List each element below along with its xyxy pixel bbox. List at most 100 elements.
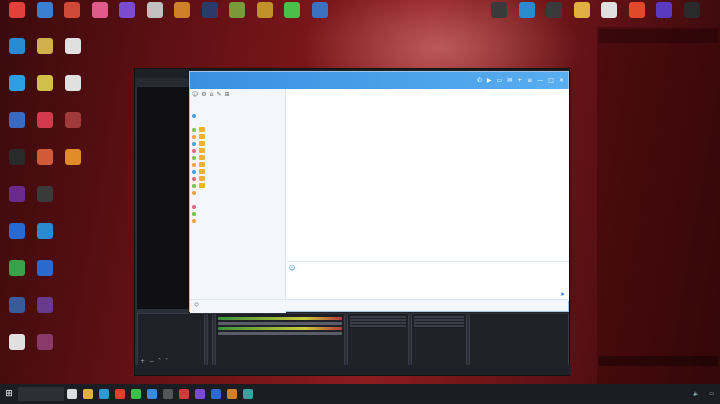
chrome-icon[interactable]	[112, 384, 128, 404]
comment-input[interactable]	[599, 356, 718, 366]
send-icon[interactable]: ➤	[560, 291, 565, 298]
desktop-icon[interactable]	[30, 38, 60, 65]
desktop-icon[interactable]	[2, 260, 32, 287]
obs-icon[interactable]	[160, 384, 176, 404]
close-icon[interactable]: ✕	[559, 77, 564, 84]
remove-icon[interactable]: −	[149, 358, 154, 365]
member-row[interactable]	[192, 134, 283, 141]
transition-button[interactable]	[350, 319, 406, 321]
game-icon[interactable]	[192, 384, 208, 404]
chat-window[interactable]: ✆ ▶ ▭ ✉ + ≡ — □ ✕ ☺ ⚙ ⌂ ✎ ⊞ ☺ ➤ ☺	[189, 71, 569, 313]
desktop-icon[interactable]	[649, 2, 679, 29]
desktop-icon[interactable]	[2, 186, 32, 213]
member-row[interactable]	[192, 127, 283, 134]
desktop-icon[interactable]	[57, 2, 87, 29]
desktop-icon[interactable]	[58, 75, 88, 102]
member-row[interactable]	[192, 155, 283, 162]
desktop-icon[interactable]	[167, 2, 197, 29]
transition-button[interactable]	[350, 325, 406, 327]
member-tool-icon[interactable]: ⚙	[201, 91, 206, 99]
desktop-icon[interactable]	[539, 2, 569, 29]
desktop-icon[interactable]	[30, 149, 60, 176]
desktop-icon[interactable]	[2, 75, 32, 102]
desktop-icon[interactable]	[2, 223, 32, 250]
more-icon[interactable]: ≡	[527, 77, 532, 84]
windows-logo-icon[interactable]: ⊞	[0, 384, 18, 404]
desktop-icon[interactable]	[512, 2, 542, 29]
up-icon[interactable]: ˄	[158, 358, 161, 365]
transition-button[interactable]	[350, 316, 406, 318]
desktop-icon[interactable]	[30, 75, 60, 102]
desktop-icon[interactable]	[30, 334, 60, 361]
chat-title-bar[interactable]: ✆ ▶ ▭ ✉ + ≡ — □ ✕	[190, 72, 568, 89]
control-button[interactable]	[414, 319, 464, 321]
desktop-icon[interactable]	[58, 38, 88, 65]
down-icon[interactable]: ˅	[165, 358, 168, 365]
notification-icon[interactable]: ▭	[709, 391, 714, 397]
desktop-icon[interactable]	[2, 297, 32, 324]
desktop-icon[interactable]	[195, 2, 225, 29]
desktop-icon[interactable]	[594, 2, 624, 29]
desktop-icon[interactable]	[58, 112, 88, 139]
member-tool-icon[interactable]: ⊞	[225, 91, 230, 99]
desktop-icon[interactable]	[30, 186, 60, 213]
taskbar-search[interactable]	[18, 387, 64, 401]
wechat-icon[interactable]	[128, 384, 144, 404]
member-tool-icon[interactable]: ✎	[216, 91, 221, 99]
member-tool-icon[interactable]: ☺	[192, 91, 198, 99]
volume-icon[interactable]: 🔈	[693, 391, 699, 397]
desktop-icon[interactable]	[567, 2, 597, 29]
user-avatar[interactable]: ☺	[194, 303, 199, 308]
control-button[interactable]	[414, 325, 464, 327]
desktop-icon[interactable]	[277, 2, 307, 29]
edge-icon[interactable]	[96, 384, 112, 404]
desktop-icon[interactable]	[30, 297, 60, 324]
desktop-icon[interactable]	[2, 38, 32, 65]
qq-icon[interactable]	[144, 384, 160, 404]
desktop-icon[interactable]	[305, 2, 335, 29]
app-icon[interactable]	[208, 384, 224, 404]
app-icon-2[interactable]	[224, 384, 240, 404]
desktop-icon[interactable]	[30, 260, 60, 287]
maximize-icon[interactable]: □	[548, 77, 554, 84]
member-row[interactable]	[192, 169, 283, 176]
member-row[interactable]	[192, 197, 283, 204]
member-row[interactable]	[192, 148, 283, 155]
desktop-icon[interactable]	[250, 2, 280, 29]
member-row[interactable]	[192, 113, 283, 120]
desktop-icon[interactable]	[85, 2, 115, 29]
transition-button[interactable]	[350, 322, 406, 324]
desktop-icon[interactable]	[30, 223, 60, 250]
member-row[interactable]	[192, 162, 283, 169]
desktop-icon[interactable]	[2, 112, 32, 139]
music-icon[interactable]	[176, 384, 192, 404]
add-icon[interactable]: +	[140, 358, 145, 365]
desktop-icon[interactable]	[2, 2, 32, 29]
member-row[interactable]	[192, 183, 283, 190]
control-button[interactable]	[414, 322, 464, 324]
desktop-icon[interactable]	[58, 149, 88, 176]
message-input[interactable]: ☺ ➤	[287, 261, 569, 301]
desktop-icon[interactable]	[2, 334, 32, 361]
member-row[interactable]	[192, 204, 283, 211]
control-button[interactable]	[414, 316, 464, 318]
member-tool-icon[interactable]: ⌂	[210, 91, 214, 99]
screen-share-icon[interactable]: ▭	[497, 77, 503, 84]
minimize-icon[interactable]: —	[537, 77, 543, 84]
add-member-icon[interactable]: +	[517, 77, 522, 84]
desktop-icon[interactable]	[112, 2, 142, 29]
file-icon[interactable]: ✉	[507, 77, 512, 84]
member-row[interactable]	[192, 141, 283, 148]
emoji-icon[interactable]: ☺	[289, 265, 295, 272]
desktop-icon[interactable]	[222, 2, 252, 29]
phone-icon[interactable]: ✆	[477, 77, 482, 84]
desktop-icon[interactable]	[484, 2, 514, 29]
member-row[interactable]	[192, 218, 283, 225]
member-row[interactable]	[192, 211, 283, 218]
member-row[interactable]	[192, 190, 283, 197]
task-view-icon[interactable]	[64, 384, 80, 404]
desktop-icon[interactable]	[140, 2, 170, 29]
video-icon[interactable]: ▶	[487, 77, 492, 84]
file-explorer-icon[interactable]	[80, 384, 96, 404]
desktop-icon[interactable]	[30, 2, 60, 29]
